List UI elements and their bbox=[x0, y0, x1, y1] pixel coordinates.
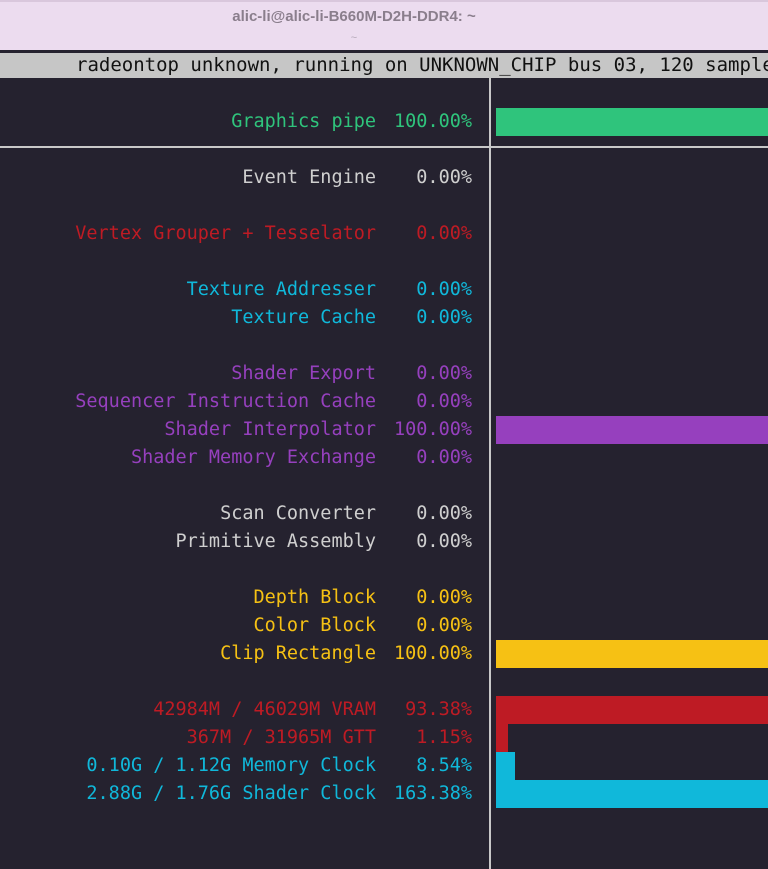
usage-bar bbox=[496, 724, 508, 752]
metric-label: 0.10G / 1.12G Memory Clock bbox=[86, 755, 376, 776]
window-title: alic-li@alic-li-B660M-D2H-DDR4: ~ bbox=[232, 8, 476, 25]
metric-row: Clip Rectangle 100.00% bbox=[0, 640, 768, 668]
metric-label: Primitive Assembly bbox=[175, 531, 376, 552]
metric-percent: 0.00% bbox=[416, 615, 472, 636]
metric-percent: 0.00% bbox=[416, 447, 472, 468]
metric-percent: 0.00% bbox=[416, 279, 472, 300]
metric-label: Shader Export bbox=[231, 363, 376, 384]
metric-label: Color Block bbox=[253, 615, 376, 636]
status-line: radeontop unknown, running on UNKNOWN_CH… bbox=[0, 53, 768, 78]
metric-row: Texture Cache 0.00% bbox=[0, 304, 768, 332]
metric-label: Scan Converter bbox=[220, 503, 376, 524]
metric-percent: 0.00% bbox=[416, 167, 472, 188]
metric-label: Graphics pipe bbox=[231, 111, 376, 132]
metric-percent: 8.54% bbox=[416, 755, 472, 776]
metric-percent: 0.00% bbox=[416, 391, 472, 412]
metric-row: Scan Converter 0.00% bbox=[0, 500, 768, 528]
usage-bar bbox=[496, 780, 768, 808]
usage-bar bbox=[496, 108, 768, 136]
horizontal-divider bbox=[0, 146, 768, 148]
metric-label: Texture Cache bbox=[231, 307, 376, 328]
metric-row: Vertex Grouper + Tesselator 0.00% bbox=[0, 220, 768, 248]
metric-row: Primitive Assembly 0.00% bbox=[0, 528, 768, 556]
metric-row: Shader Interpolator 100.00% bbox=[0, 416, 768, 444]
terminal-window: alic-li@alic-li-B660M-D2H-DDR4: ~ ~ rade… bbox=[0, 0, 768, 869]
metric-label: 42984M / 46029M VRAM bbox=[153, 699, 376, 720]
usage-bar bbox=[496, 696, 768, 724]
metric-percent: 0.00% bbox=[416, 307, 472, 328]
metric-label: Event Engine bbox=[242, 167, 376, 188]
metric-row: 2.88G / 1.76G Shader Clock 163.38% bbox=[0, 780, 768, 808]
metric-percent: 93.38% bbox=[405, 699, 472, 720]
status-line-text: radeontop unknown, running on UNKNOWN_CH… bbox=[76, 54, 768, 76]
metric-label: Vertex Grouper + Tesselator bbox=[75, 223, 376, 244]
metric-label: Clip Rectangle bbox=[220, 643, 376, 664]
metric-row: Depth Block 0.00% bbox=[0, 584, 768, 612]
metric-row: Graphics pipe 100.00% bbox=[0, 108, 768, 136]
metric-percent: 163.38% bbox=[394, 783, 472, 804]
metric-row: Color Block 0.00% bbox=[0, 612, 768, 640]
metric-row: Sequencer Instruction Cache 0.00% bbox=[0, 388, 768, 416]
metric-row: 0.10G / 1.12G Memory Clock 8.54% bbox=[0, 752, 768, 780]
metric-label: Texture Addresser bbox=[186, 279, 376, 300]
metric-percent: 0.00% bbox=[416, 587, 472, 608]
metric-percent: 0.00% bbox=[416, 531, 472, 552]
metric-label: Depth Block bbox=[253, 587, 376, 608]
metric-row: Shader Export 0.00% bbox=[0, 360, 768, 388]
metric-percent: 100.00% bbox=[394, 643, 472, 664]
metric-row: 42984M / 46029M VRAM 93.38% bbox=[0, 696, 768, 724]
metric-percent: 100.00% bbox=[394, 111, 472, 132]
usage-bar bbox=[496, 752, 515, 780]
metric-row: Shader Memory Exchange 0.00% bbox=[0, 444, 768, 472]
metric-label: Sequencer Instruction Cache bbox=[75, 391, 376, 412]
window-subtitle: ~ bbox=[350, 32, 358, 44]
metric-row: Texture Addresser 0.00% bbox=[0, 276, 768, 304]
metric-label: Shader Memory Exchange bbox=[130, 447, 376, 468]
metric-percent: 1.15% bbox=[416, 727, 472, 748]
metric-percent: 0.00% bbox=[416, 363, 472, 384]
metric-percent: 0.00% bbox=[416, 223, 472, 244]
title-bar[interactable]: alic-li@alic-li-B660M-D2H-DDR4: ~ ~ bbox=[0, 0, 768, 50]
metric-label: 367M / 31965M GTT bbox=[186, 727, 376, 748]
metric-percent: 100.00% bbox=[394, 419, 472, 440]
metric-row: 367M / 31965M GTT 1.15% bbox=[0, 724, 768, 752]
usage-bar bbox=[496, 640, 768, 668]
metric-label: Shader Interpolator bbox=[164, 419, 376, 440]
metric-percent: 0.00% bbox=[416, 503, 472, 524]
usage-bar bbox=[496, 416, 768, 444]
metric-row: Event Engine 0.00% bbox=[0, 164, 768, 192]
metric-label: 2.88G / 1.76G Shader Clock bbox=[86, 783, 376, 804]
